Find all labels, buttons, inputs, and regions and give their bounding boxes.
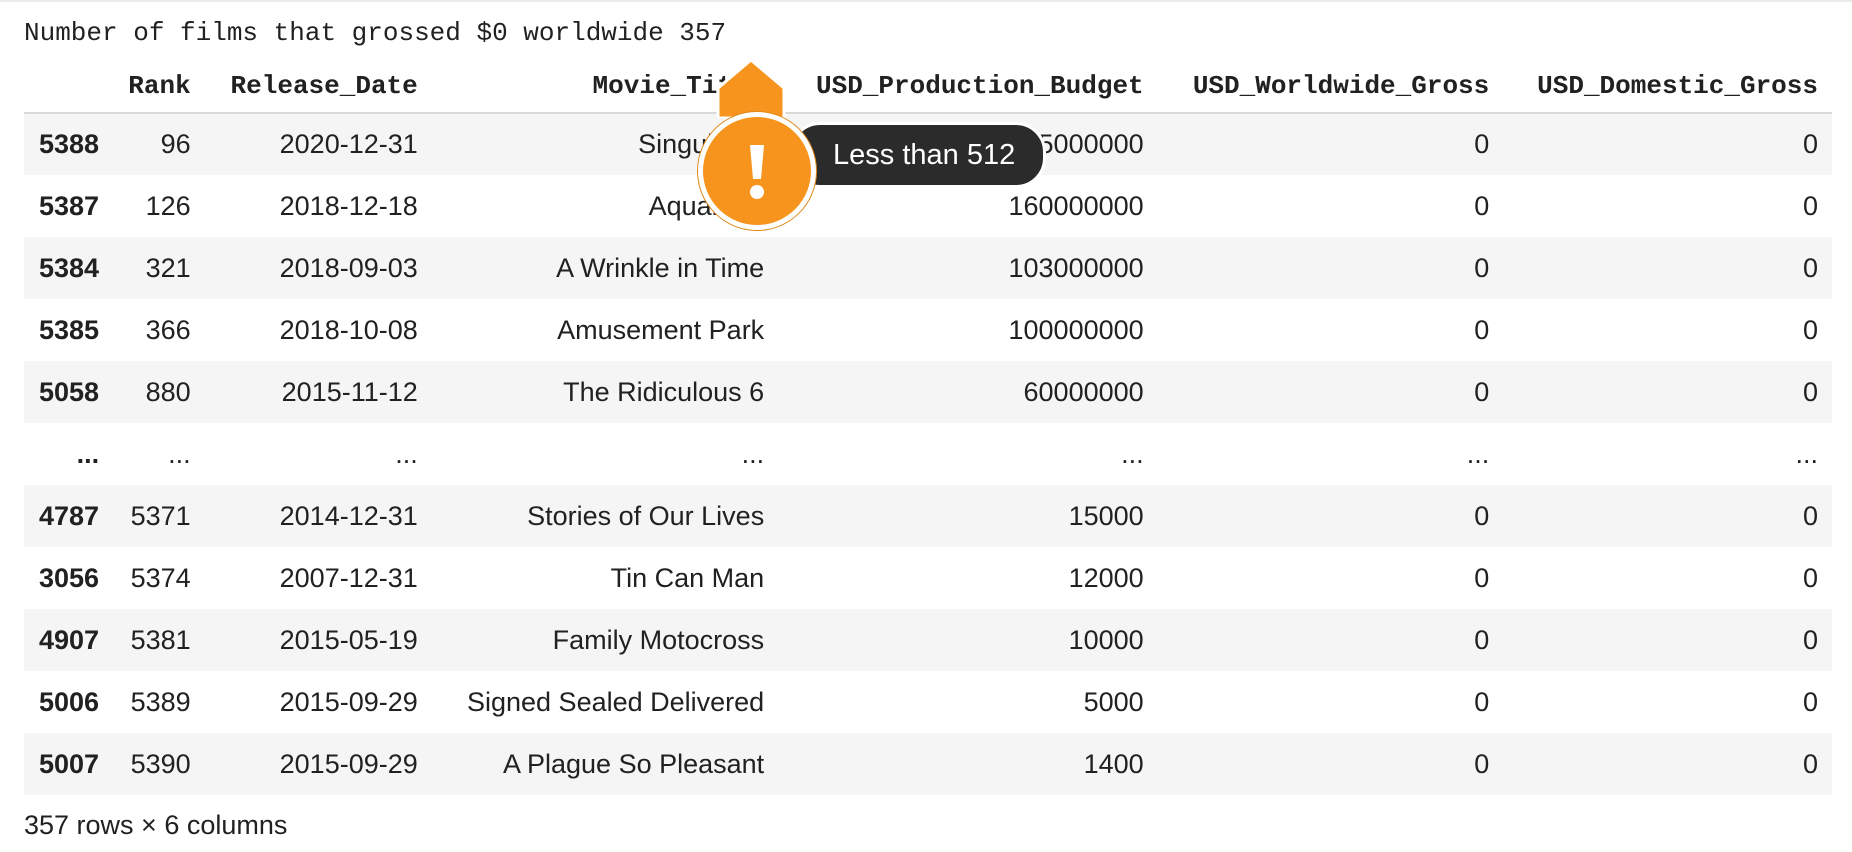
cell-top-divider <box>0 0 1852 2</box>
table-cell: 5374 <box>130 562 191 593</box>
tooltip-pointer <box>716 58 786 118</box>
table-row: 5058 880 2015-11-12 The Ridiculous 6 6000000… <box>24 361 1832 423</box>
table-cell: 5389 <box>130 686 191 717</box>
table-cell: 366 <box>145 314 191 345</box>
row-index: 5006 <box>39 686 100 717</box>
table-cell: 0 <box>1802 314 1818 345</box>
table-cell: 0 <box>1802 748 1818 779</box>
table-cell: 0 <box>1802 686 1818 717</box>
table-cell: 321 <box>145 252 191 283</box>
row-index: 5387 <box>39 190 100 221</box>
table-cell: The Ridiculous 6 <box>563 376 765 407</box>
table-row: 4787 5371 2014-12-31 Stories of Our Lives 15… <box>24 485 1832 547</box>
table-cell: ... <box>168 438 191 469</box>
table-row: 5007 5390 2015-09-29 A Plague So Pleasant 14… <box>24 733 1832 795</box>
table-cell: 880 <box>145 376 191 407</box>
table-body: 5388 96 2020-12-31 Singularity 175000000 0 0 53… <box>24 113 1832 795</box>
table-cell: 0 <box>1474 129 1490 159</box>
header-row: Rank Release_Date Movie_Title USD_Productio… <box>24 60 1832 114</box>
ellipsis-row: ..................... <box>24 423 1832 485</box>
header-usd-worldwide-gross: USD_Worldwide_Gross <box>1157 60 1504 114</box>
table-cell: 0 <box>1802 252 1818 283</box>
table-cell: ... <box>1795 438 1818 469</box>
table-cell: Amusement Park <box>557 314 765 345</box>
table-cell: Signed Sealed Delivered <box>466 686 765 717</box>
table-cell: 0 <box>1802 129 1818 159</box>
table-cell: 2020-12-31 <box>279 129 418 159</box>
table-cell: 0 <box>1474 376 1490 407</box>
table-cell: ... <box>395 438 418 469</box>
table-row: 5006 5389 2015-09-29 Signed Sealed Delivere… <box>24 671 1832 733</box>
table-cell: ... <box>741 438 765 469</box>
tooltip-text: Less than 512 <box>833 138 1016 171</box>
table-cell: 2007-12-31 <box>279 562 418 593</box>
table-cell: 0 <box>1474 748 1490 779</box>
table-cell: 103000000 <box>1008 252 1144 283</box>
table-cell: 0 <box>1802 190 1818 221</box>
table-cell: 5381 <box>130 624 191 655</box>
header-index <box>24 60 114 114</box>
table-cell: 100000000 <box>1008 314 1144 345</box>
table-cell: 0 <box>1802 376 1818 407</box>
table-cell: A Wrinkle in Time <box>556 252 765 283</box>
table-cell: 0 <box>1474 562 1490 593</box>
row-index: 4787 <box>39 500 100 531</box>
table-header: Rank Release_Date Movie_Title USD_Productio… <box>24 60 1832 114</box>
table-cell: 96 <box>160 129 191 159</box>
table-cell: 0 <box>1474 190 1490 221</box>
table-cell: 60000000 <box>1023 376 1144 407</box>
header-usd-production-budget: USD_Production_Budget <box>778 60 1158 114</box>
table-cell: 5000 <box>1083 686 1144 717</box>
header-release-date: Release_Date <box>204 60 432 114</box>
row-index: 5007 <box>39 748 100 779</box>
table-cell: 2015-09-29 <box>279 748 418 779</box>
row-index: 5388 <box>39 129 100 159</box>
header-rank: Rank <box>113 60 205 114</box>
table-cell: 2018-09-03 <box>279 252 418 283</box>
row-index: 5384 <box>39 252 100 283</box>
row-index: 5058 <box>39 376 100 407</box>
table-cell: Stories of Our Lives <box>527 500 765 531</box>
row-index: 4907 <box>39 624 100 655</box>
table-cell: 0 <box>1802 562 1818 593</box>
table-cell: 0 <box>1474 500 1490 531</box>
row-index: 3056 <box>39 562 100 593</box>
tooltip-bubble: Less than 512 <box>790 122 1047 188</box>
table-row: 3056 5374 2007-12-31 Tin Can Man 12000 0 0 <box>24 547 1832 609</box>
table-cell: 126 <box>145 190 191 221</box>
table-cell: 0 <box>1802 624 1818 655</box>
table-row: 5384 321 2018-09-03 A Wrinkle in Time 103000… <box>24 237 1832 299</box>
table-cell: 0 <box>1802 500 1818 531</box>
stdout-output: Number of films that grossed $0 worldwid… <box>24 18 727 48</box>
table-cell: 1400 <box>1083 748 1144 779</box>
dataframe-shape: 357 rows × 6 columns <box>24 810 288 840</box>
table-cell: 0 <box>1474 314 1490 345</box>
table-cell: 15000 <box>1068 500 1144 531</box>
table-cell: 12000 <box>1068 562 1144 593</box>
table-cell: 5390 <box>130 748 191 779</box>
table-cell: 2015-09-29 <box>279 686 418 717</box>
table-row: 4907 5381 2015-05-19 Family Motocross 10000 0… <box>24 609 1832 671</box>
table-cell: 0 <box>1474 252 1490 283</box>
table-cell: 0 <box>1474 624 1490 655</box>
row-index: ... <box>76 438 100 469</box>
row-index: 5385 <box>39 314 100 345</box>
table-cell: 2018-12-18 <box>279 190 418 221</box>
table-cell: 2014-12-31 <box>279 500 418 531</box>
table-cell: 2015-11-12 <box>281 376 418 407</box>
table-cell: 5371 <box>130 500 191 531</box>
header-usd-domestic-gross: USD_Domestic_Gross <box>1503 60 1832 114</box>
table-cell: Family Motocross <box>552 624 765 655</box>
table-row: 5385 366 2018-10-08 Amusement Park 100000000… <box>24 299 1832 361</box>
table-cell: 2018-10-08 <box>279 314 418 345</box>
table-cell: ... <box>1466 438 1490 469</box>
table-cell: 0 <box>1474 686 1490 717</box>
exclamation-icon[interactable] <box>698 112 816 230</box>
table-cell: A Plague So Pleasant <box>502 748 765 779</box>
table-cell: Tin Can Man <box>610 562 765 593</box>
table-cell: 2015-05-19 <box>279 624 418 655</box>
table-cell: 10000 <box>1068 624 1144 655</box>
table-cell: ... <box>1121 438 1144 469</box>
exclamation-glyph <box>750 145 764 199</box>
